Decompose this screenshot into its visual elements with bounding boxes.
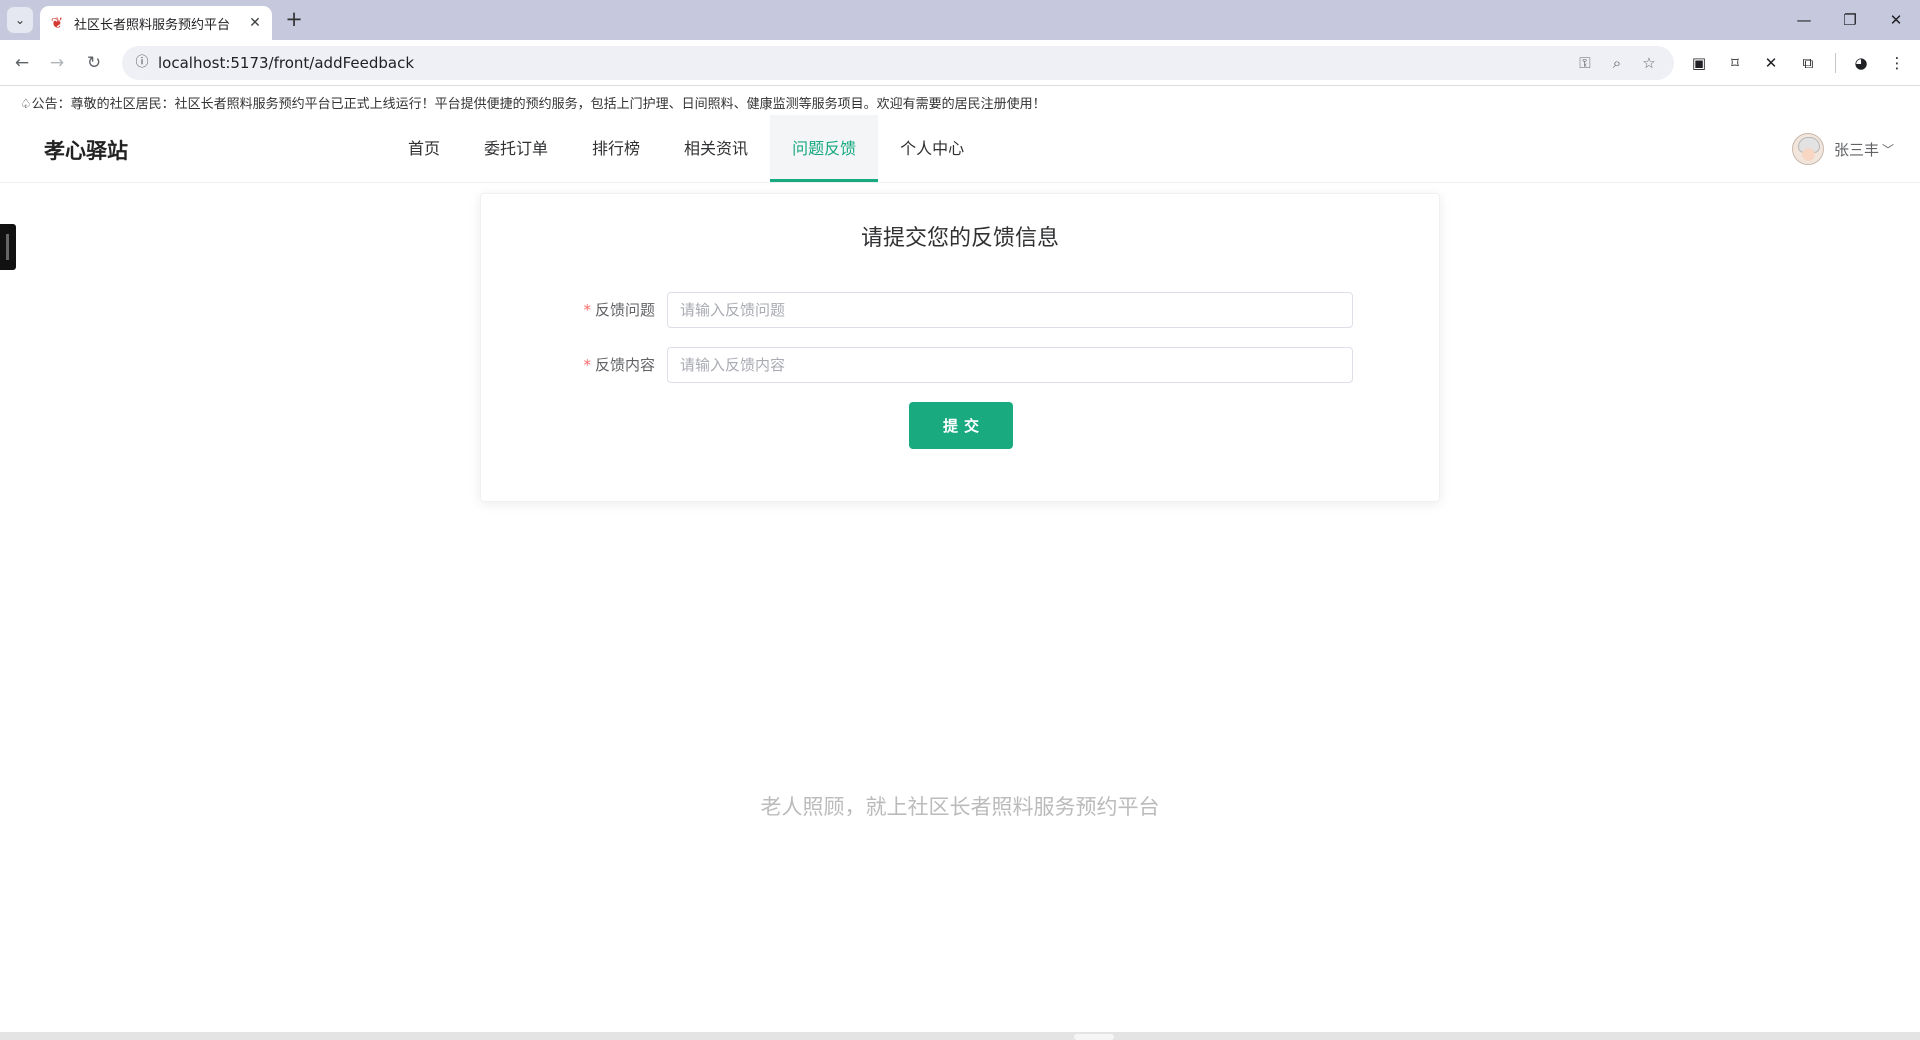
nav-item-profile[interactable]: 个人中心 bbox=[878, 115, 986, 182]
minimize-window-button[interactable]: — bbox=[1790, 8, 1818, 32]
announcement-bar: ♤公告：尊敬的社区居民：社区长者照料服务预约平台已正式上线运行！平台提供便捷的预… bbox=[20, 93, 1046, 112]
reload-icon[interactable]: ↻ bbox=[83, 52, 105, 74]
bookmark-star-icon[interactable]: ☆ bbox=[1638, 52, 1660, 74]
required-mark: * bbox=[583, 356, 591, 374]
nav-item-orders[interactable]: 委托订单 bbox=[462, 115, 570, 182]
site-header: 孝心驿站 首页 委托订单 排行榜 相关资讯 问题反馈 个人中心 张三丰 ﹀ bbox=[0, 115, 1920, 183]
nav-item-home[interactable]: 首页 bbox=[386, 115, 462, 182]
form-row-question: * 反馈问题 bbox=[481, 292, 1439, 328]
side-drawer-handle[interactable] bbox=[0, 224, 16, 270]
bell-icon: ♤ bbox=[20, 97, 32, 112]
address-url[interactable]: localhost:5173/front/addFeedback bbox=[158, 54, 414, 72]
feedback-question-input[interactable] bbox=[667, 292, 1353, 328]
form-title: 请提交您的反馈信息 bbox=[860, 226, 1059, 251]
browser-toolbar: ← → ↻ ⓘ localhost:5173/front/addFeedback… bbox=[0, 40, 1920, 86]
back-arrow-icon[interactable]: ← bbox=[11, 52, 33, 74]
form-row-content: * 反馈内容 bbox=[481, 347, 1439, 383]
tab-list-button[interactable]: ⌄ bbox=[7, 7, 33, 33]
forward-arrow-icon[interactable]: → bbox=[46, 52, 68, 74]
feedback-content-input[interactable] bbox=[667, 347, 1353, 383]
zoom-icon[interactable]: ⌕ bbox=[1606, 52, 1628, 74]
reading-list-icon[interactable]: ⌑ bbox=[1724, 52, 1746, 74]
feedback-card: 请提交您的反馈信息 *反馈问题 *反馈内容 提交 bbox=[480, 193, 1440, 502]
nav-item-feedback[interactable]: 问题反馈 bbox=[770, 115, 879, 182]
avatar[interactable] bbox=[1792, 133, 1824, 165]
browser-tab-bar: ⌄ ❦ 社区长者照料服务预约平台 ✕ + — ❐ ✕ bbox=[0, 0, 1920, 40]
chevron-down-icon[interactable]: ﹀ bbox=[1882, 141, 1894, 158]
profile-avatar-icon[interactable]: ◕ bbox=[1850, 52, 1872, 74]
main-nav: 首页 委托订单 排行榜 相关资讯 问题反馈 个人中心 bbox=[386, 115, 986, 183]
browser-tab[interactable]: ❦ 社区长者照料服务预约平台 ✕ bbox=[40, 6, 272, 40]
puzzle-extensions-icon[interactable]: ⧉ bbox=[1797, 52, 1819, 74]
horizontal-scrollbar[interactable] bbox=[0, 1032, 1920, 1040]
user-menu[interactable]: 张三丰 ﹀ bbox=[1792, 133, 1894, 165]
site-logo[interactable]: 孝心驿站 bbox=[44, 135, 128, 165]
site-info-icon[interactable]: ⓘ bbox=[130, 51, 154, 75]
close-tab-icon[interactable]: ✕ bbox=[246, 15, 264, 31]
scrollbar-thumb[interactable] bbox=[1074, 1034, 1114, 1040]
site-favicon-icon: ❦ bbox=[50, 14, 64, 32]
footer-slogan: 老人照顾，就上社区长者照料服务预约平台 bbox=[760, 795, 1160, 819]
content-label-text: 反馈内容 bbox=[594, 356, 655, 374]
nav-item-news[interactable]: 相关资讯 bbox=[662, 115, 770, 182]
address-bar[interactable]: ⓘ localhost:5173/front/addFeedback ⚿ ⌕ ☆ bbox=[122, 46, 1674, 80]
password-key-icon[interactable]: ⚿ bbox=[1574, 52, 1596, 74]
submit-button[interactable]: 提交 bbox=[909, 402, 1013, 449]
announcement-text: 公告：尊敬的社区居民：社区长者照料服务预约平台已正式上线运行！平台提供便捷的预约… bbox=[31, 97, 1046, 112]
question-label: * 反馈问题 bbox=[481, 292, 655, 328]
user-name[interactable]: 张三丰 bbox=[1834, 139, 1879, 160]
chevron-down-icon: ⌄ bbox=[14, 13, 26, 27]
close-extension-icon[interactable]: ✕ bbox=[1760, 52, 1782, 74]
restore-window-button[interactable]: ❐ bbox=[1836, 8, 1864, 32]
close-window-button[interactable]: ✕ bbox=[1882, 8, 1910, 32]
question-label-text: 反馈问题 bbox=[594, 301, 655, 319]
new-tab-button[interactable]: + bbox=[282, 8, 306, 32]
tab-title: 社区长者照料服务预约平台 bbox=[74, 17, 231, 33]
nav-item-ranking[interactable]: 排行榜 bbox=[570, 115, 662, 182]
more-menu-icon[interactable]: ⋮ bbox=[1886, 52, 1908, 74]
extension-icon[interactable]: ▣ bbox=[1688, 52, 1710, 74]
required-mark: * bbox=[583, 301, 591, 319]
content-label: * 反馈内容 bbox=[481, 347, 655, 383]
grip-icon bbox=[6, 234, 9, 260]
toolbar-divider bbox=[1835, 53, 1836, 73]
